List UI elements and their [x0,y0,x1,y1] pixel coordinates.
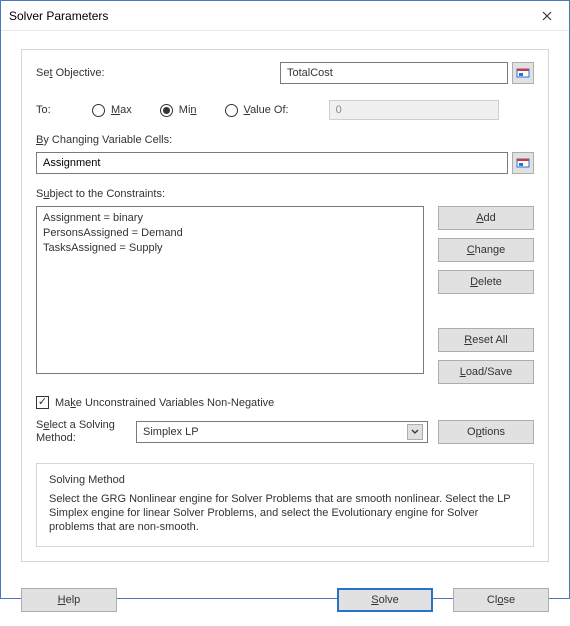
close-window-button[interactable] [524,1,569,31]
cell-ref-icon [516,156,530,170]
content-area: Set Objective: To: Max Min [1,31,569,578]
nonneg-label: Make Unconstrained Variables Non-Negativ… [55,397,274,409]
radio-valueof-circle [225,104,238,117]
method-label: Select a Solving Method: [36,419,126,445]
titlebar: Solver Parameters [1,1,569,31]
to-label: To: [36,104,92,116]
nonneg-row: Make Unconstrained Variables Non-Negativ… [36,396,534,409]
options-button[interactable]: Options [438,420,534,444]
valueof-input[interactable] [329,100,499,120]
radio-max-circle [92,104,105,117]
changing-cells-row [36,152,534,174]
objective-label: Set Objective: [36,67,280,79]
method-select[interactable]: Simplex LP [136,421,428,443]
change-button[interactable]: Change [438,238,534,262]
delete-button[interactable]: Delete [438,270,534,294]
radio-min-label: Min [179,104,197,116]
close-button[interactable]: Close [453,588,549,612]
constraints-listbox[interactable]: Assignment = binary PersonsAssigned = De… [36,206,424,374]
inner-panel: Set Objective: To: Max Min [21,49,549,562]
objective-ref-button[interactable] [512,62,534,84]
help-button[interactable]: Help [21,588,117,612]
constraints-label: Subject to the Constraints: [36,188,534,200]
load-save-button[interactable]: Load/Save [438,360,534,384]
radio-max[interactable]: Max [92,104,132,117]
radio-valueof-label: Value Of: [244,104,289,116]
to-radio-group: Max Min Value Of: [92,104,289,117]
radio-min[interactable]: Min [160,104,197,117]
solve-button[interactable]: Solve [337,588,433,612]
radio-min-circle [160,104,173,117]
constraints-area: Assignment = binary PersonsAssigned = De… [36,206,534,384]
constraints-buttons: Add Change Delete Reset All Load/Save [438,206,534,384]
footer-right: Solve Close [337,588,549,612]
method-select-value: Simplex LP [143,426,199,438]
method-row: Select a Solving Method: Simplex LP Opti… [36,419,534,445]
chevron-down-icon [407,424,423,440]
cells-ref-button[interactable] [512,152,534,174]
objective-input[interactable] [280,62,508,84]
add-button[interactable]: Add [438,206,534,230]
radio-valueof[interactable]: Value Of: [225,104,289,117]
close-icon [542,11,552,21]
changing-cells-input[interactable] [36,152,508,174]
solving-method-text: Select the GRG Nonlinear engine for Solv… [49,492,521,534]
reset-all-button[interactable]: Reset All [438,328,534,352]
objective-row: Set Objective: [36,62,534,84]
solver-parameters-dialog: Solver Parameters Set Objective: To: [0,0,570,599]
cell-ref-icon [516,66,530,80]
to-row: To: Max Min Value Of: [36,100,534,120]
solving-method-title: Solving Method [49,474,521,486]
nonneg-checkbox[interactable] [36,396,49,409]
footer: Help Solve Close [1,578,569,626]
dialog-title: Solver Parameters [9,9,108,23]
solving-method-group: Solving Method Select the GRG Nonlinear … [36,463,534,547]
changing-cells-label: By Changing Variable Cells: [36,134,534,146]
radio-max-label: Max [111,104,132,116]
